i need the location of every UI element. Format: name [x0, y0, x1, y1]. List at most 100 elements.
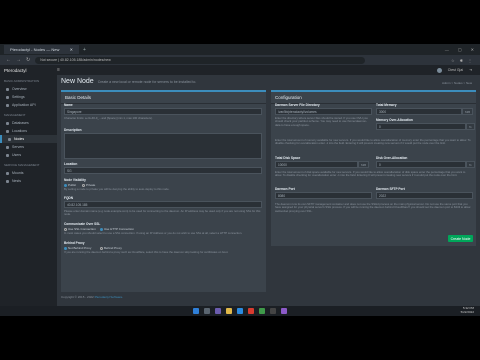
memory-unit: MiB [462, 108, 474, 115]
footer: Copyright © 2015 - 2022 Pterodactyl Soft… [61, 295, 124, 299]
fqdn-label: FQDN [64, 196, 74, 200]
fqdn-input[interactable]: 40.82.105.185 [64, 201, 262, 208]
ssl-hint: In most cases you should select to use a… [64, 231, 243, 235]
sidebar: BASIC ADMINISTRATION Overview Settings A… [0, 75, 57, 316]
sidebar-item-overview[interactable]: Overview [0, 85, 57, 93]
windows-start-icon[interactable] [193, 308, 199, 314]
url-input[interactable]: Not secure | 40.82.105.185/admin/nodes/n… [35, 56, 366, 64]
sidebar-item-users[interactable]: Users [0, 151, 57, 159]
description-label: Description [64, 128, 82, 132]
sftp-port-label: Daemon SFTP Port [376, 187, 405, 191]
task-view-icon[interactable] [215, 308, 221, 314]
taskbar [0, 306, 480, 316]
system-tray[interactable]: 5:32 PM 5/22/2022 [460, 306, 474, 314]
memory-over-input[interactable]: 0 [376, 123, 466, 130]
daemon-port-label: Daemon Port [275, 187, 295, 191]
logout-icon[interactable]: ⇥ [469, 68, 472, 72]
extensions: ☆ ✱ ⋮ [451, 58, 480, 63]
chrome-icon[interactable] [259, 308, 265, 314]
tab-bar: Pterodactyl - Nodes — New ✕ + — ▢ ✕ [0, 44, 480, 55]
sidebar-header: SERVICE MANAGEMENT [4, 163, 40, 167]
name-hint: Character limits: a-zA-Z0-9_.- and [Spac… [64, 116, 153, 120]
location-select[interactable]: SG [64, 167, 262, 174]
location-label: Location [64, 162, 78, 166]
sidebar-item-servers[interactable]: Servers [0, 143, 57, 151]
menu-icon[interactable]: ⋮ [468, 58, 472, 63]
create-node-button[interactable]: Create Node [448, 235, 473, 242]
back-icon[interactable]: ← [6, 57, 11, 63]
name-input[interactable]: Singapore [64, 108, 262, 115]
directory-hint: Enter the directory where server files s… [275, 116, 368, 127]
proxy-hint: If you are running the daemon behind a p… [64, 250, 229, 254]
clock-date: 5/22/2022 [460, 309, 474, 314]
window-controls: — ▢ ✕ [445, 47, 480, 52]
user-name: Ctest Gjai [447, 68, 464, 72]
proxy-label: Behind Proxy [64, 241, 85, 245]
daemon-port-input[interactable]: 8080 [275, 192, 372, 199]
sidebar-item-nodes[interactable]: Nodes [0, 135, 57, 143]
sftp-port-input[interactable]: 2022 [376, 192, 473, 199]
sidebar-header: MANAGEMENT [4, 113, 26, 117]
close-window-icon[interactable]: ✕ [471, 47, 474, 52]
sidebar-item-mounts[interactable]: Mounts [0, 169, 57, 177]
directory-label: Daemon Server File Directory [275, 103, 320, 107]
disk-hint: Enter the total amount of disk space ava… [275, 170, 466, 178]
office-icon[interactable] [248, 308, 254, 314]
memory-hint: Enter the total amount of memory availab… [275, 138, 471, 146]
sidebar-item-nests[interactable]: Nests [0, 177, 57, 185]
users-icon [6, 153, 9, 157]
page-title: New Node [61, 78, 94, 85]
wrench-icon [6, 95, 9, 99]
hamburger-icon[interactable]: ≡ [57, 67, 60, 73]
browser-tab[interactable]: Pterodactyl - Nodes — New ✕ [4, 45, 79, 54]
fqdn-hint: Please enter domain name (e.g node.examp… [64, 209, 261, 217]
page-subtitle: Create a new local or remote node for se… [97, 80, 197, 84]
puzzle-icon[interactable]: ✱ [460, 58, 463, 63]
app-icon[interactable] [281, 308, 287, 314]
directory-input[interactable]: /var/lib/pterodactyl/volumes [275, 108, 372, 115]
page-header: New Node Create a new local or remote no… [61, 78, 196, 85]
disk-over-label: Disk Over-Allocation [376, 156, 408, 160]
tab-title: Pterodactyl - Nodes — New [10, 47, 60, 52]
description-textarea[interactable] [64, 133, 262, 159]
database-icon [6, 121, 9, 125]
terminal-icon[interactable] [270, 308, 276, 314]
disk-unit: MiB [358, 161, 370, 168]
forward-icon[interactable]: → [16, 57, 21, 63]
edge-icon[interactable] [237, 308, 243, 314]
globe-icon [6, 129, 9, 133]
percent-suffix: % [466, 123, 475, 130]
maximize-icon[interactable]: ▢ [458, 47, 462, 52]
breadcrumb[interactable]: Admin > Nodes > New [442, 81, 472, 85]
sidebar-item-locations[interactable]: Locations [0, 127, 57, 135]
avatar [436, 67, 442, 73]
star-icon[interactable]: ☆ [451, 58, 455, 63]
disk-over-input[interactable]: 0 [376, 161, 466, 168]
visibility-label: Node Visibility [64, 178, 86, 182]
file-explorer-icon[interactable] [226, 308, 232, 314]
sidebar-item-api[interactable]: Application API [0, 101, 57, 109]
disk-input[interactable]: 10000 [275, 161, 358, 168]
user-menu[interactable]: Ctest Gjai ⇥ [436, 67, 480, 73]
minimize-icon[interactable]: — [445, 47, 449, 52]
close-tab-icon[interactable]: ✕ [70, 47, 73, 52]
new-tab-icon[interactable]: + [83, 47, 86, 53]
name-label: Name [64, 103, 73, 107]
port-hint: The daemon runs its own SFTP management … [275, 202, 471, 213]
sidebar-item-databases[interactable]: Databases [0, 119, 57, 127]
reload-icon[interactable]: ↻ [26, 57, 30, 63]
memory-input[interactable]: 3000 [376, 108, 462, 115]
magic-icon [6, 171, 9, 175]
footer-link[interactable]: Pterodactyl Software. [95, 295, 124, 299]
address-bar-row: ← → ↻ Not secure | 40.82.105.185/admin/n… [0, 55, 480, 65]
ssl-label: Communicate Over SSL [64, 222, 101, 226]
sidebar-item-settings[interactable]: Settings [0, 93, 57, 101]
sitemap-icon [8, 137, 11, 141]
visibility-hint: By setting a node to private you will be… [64, 187, 170, 191]
search-icon[interactable] [204, 308, 210, 314]
th-icon [6, 179, 9, 183]
percent-suffix: % [466, 161, 475, 168]
server-icon [6, 145, 9, 149]
brand-logo[interactable]: Pterodactyl [0, 68, 57, 73]
disk-label: Total Disk Space [275, 156, 301, 160]
